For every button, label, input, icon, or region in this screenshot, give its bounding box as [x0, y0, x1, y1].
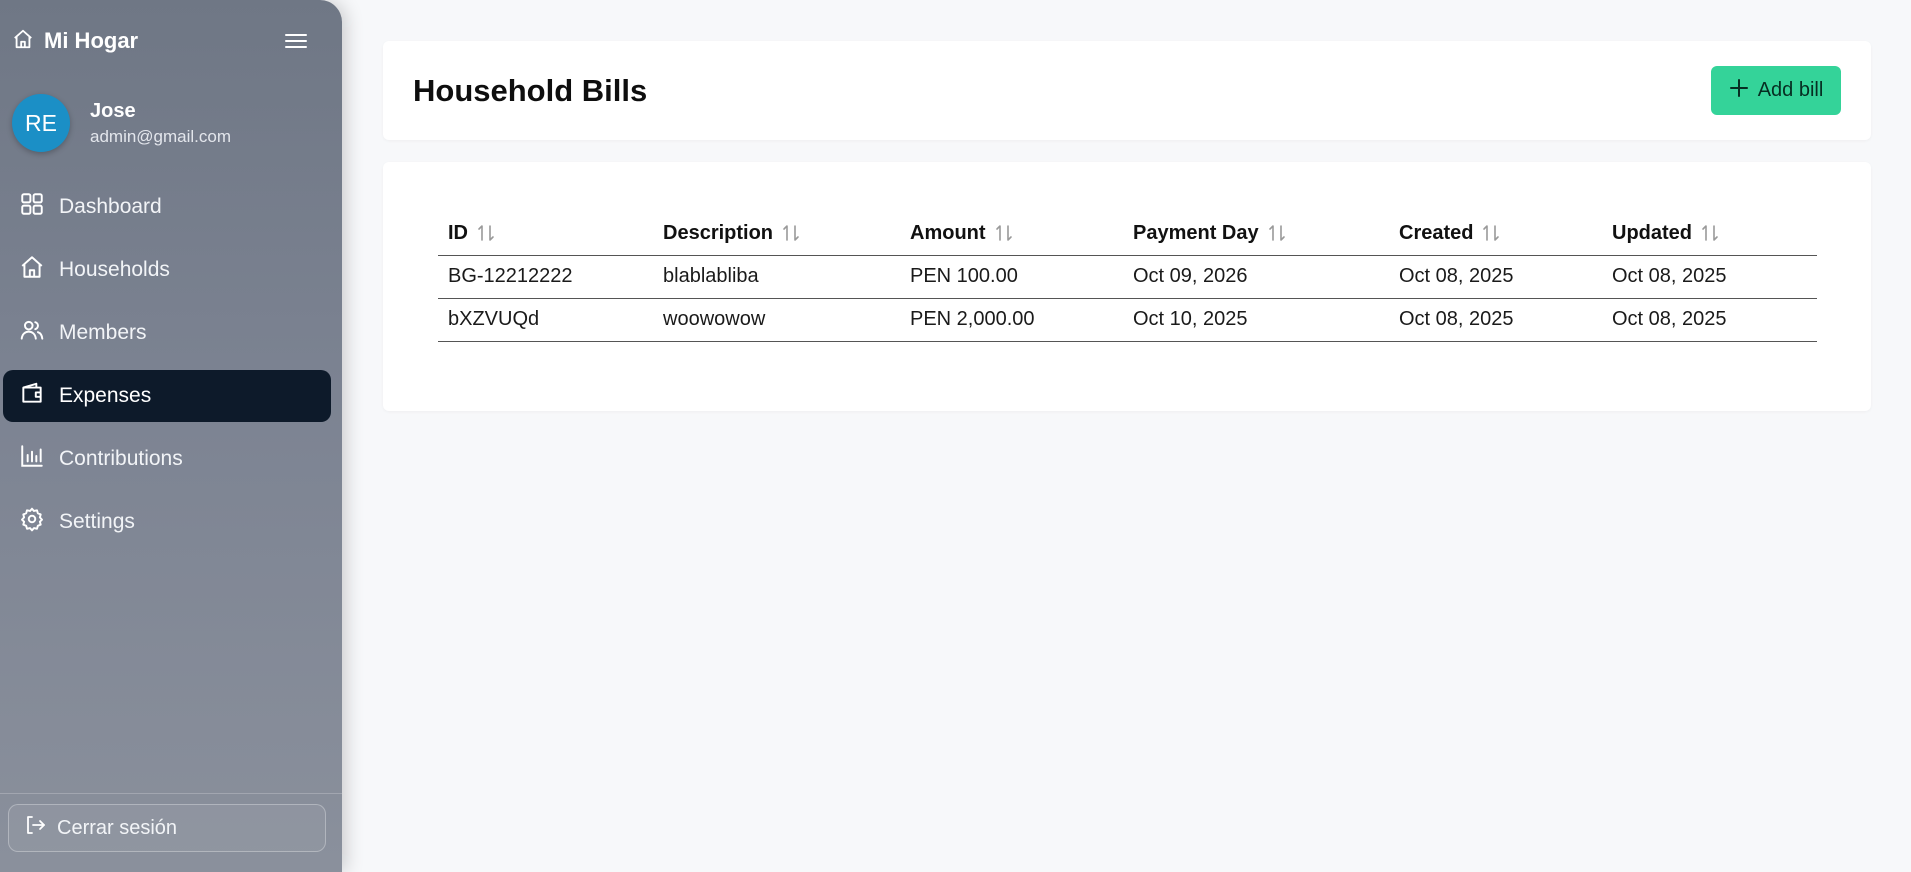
sidebar-item-label: Expenses	[59, 384, 152, 407]
sort-icon[interactable]	[1700, 223, 1720, 243]
sidebar: Mi Hogar RE Jose admin@gmail.com Dashboa…	[0, 0, 342, 872]
logout-icon	[23, 813, 47, 843]
sidebar-divider	[0, 793, 342, 794]
sort-icon[interactable]	[1481, 223, 1501, 243]
sort-icon[interactable]	[994, 223, 1014, 243]
user-name: Jose	[90, 99, 136, 122]
add-bill-label: Add bill	[1757, 79, 1824, 101]
home-icon	[12, 28, 34, 55]
table-row[interactable]: bXZVUQd woowowow PEN 2,000.00 Oct 10, 20…	[438, 298, 1817, 342]
table-header-row: ID Description Amount Payment Day Create…	[438, 212, 1817, 256]
sort-icon[interactable]	[781, 223, 801, 243]
add-bill-button[interactable]: Add bill	[1711, 66, 1841, 115]
column-header-created[interactable]: Created	[1389, 212, 1602, 256]
hamburger-menu-icon[interactable]	[282, 30, 310, 52]
sidebar-item-label: Dashboard	[59, 195, 162, 218]
sidebar-item-settings[interactable]: Settings	[3, 496, 331, 548]
sidebar-item-label: Members	[59, 321, 147, 344]
cell-description: woowowow	[653, 298, 900, 342]
logout-label: Cerrar sesión	[57, 816, 178, 839]
cell-created: Oct 08, 2025	[1389, 298, 1602, 342]
brand-title: Mi Hogar	[44, 28, 139, 53]
sidebar-item-members[interactable]: Members	[3, 307, 331, 359]
sidebar-item-label: Households	[59, 258, 170, 281]
bar-chart-icon	[19, 443, 45, 475]
cell-updated: Oct 08, 2025	[1602, 298, 1817, 342]
logout-button[interactable]: Cerrar sesión	[8, 804, 326, 852]
cell-id: bXZVUQd	[438, 298, 653, 342]
sidebar-item-label: Settings	[59, 510, 135, 533]
column-header-description[interactable]: Description	[653, 212, 900, 256]
cell-amount: PEN 2,000.00	[900, 298, 1123, 342]
table-row[interactable]: BG-12212222 blablabliba PEN 100.00 Oct 0…	[438, 255, 1817, 299]
wallet-icon	[19, 380, 45, 412]
column-header-id[interactable]: ID	[438, 212, 653, 256]
column-header-amount[interactable]: Amount	[900, 212, 1123, 256]
cell-payment-day: Oct 10, 2025	[1123, 298, 1389, 342]
cell-description: blablabliba	[653, 255, 900, 299]
sidebar-item-expenses[interactable]: Expenses	[3, 370, 331, 422]
brand[interactable]: Mi Hogar	[12, 26, 138, 56]
gear-icon	[19, 506, 45, 538]
users-icon	[19, 317, 45, 349]
sort-icon[interactable]	[1267, 223, 1287, 243]
grid-icon	[19, 191, 45, 223]
user-info: Jose admin@gmail.com	[90, 100, 231, 147]
cell-updated: Oct 08, 2025	[1602, 255, 1817, 299]
cell-payment-day: Oct 09, 2026	[1123, 255, 1389, 299]
column-header-payment-day[interactable]: Payment Day	[1123, 212, 1389, 256]
user-profile: RE Jose admin@gmail.com	[12, 94, 231, 152]
cell-amount: PEN 100.00	[900, 255, 1123, 299]
cell-id: BG-12212222	[438, 255, 653, 299]
user-email: admin@gmail.com	[90, 126, 232, 146]
sidebar-item-dashboard[interactable]: Dashboard	[3, 181, 331, 233]
home-icon	[19, 254, 45, 286]
column-header-updated[interactable]: Updated	[1602, 212, 1817, 256]
page-header: Household Bills Add bill	[383, 41, 1871, 140]
sort-icon[interactable]	[476, 223, 496, 243]
sidebar-item-households[interactable]: Households	[3, 244, 331, 296]
plus-icon	[1729, 78, 1749, 104]
bills-table-card: ID Description Amount Payment Day Create…	[383, 162, 1871, 411]
sidebar-item-label: Contributions	[59, 447, 183, 470]
bills-table: ID Description Amount Payment Day Create…	[438, 212, 1817, 342]
sidebar-item-contributions[interactable]: Contributions	[3, 433, 331, 485]
sidebar-nav: Dashboard Households Members Expenses Co…	[3, 181, 331, 559]
avatar[interactable]: RE	[12, 94, 70, 152]
cell-created: Oct 08, 2025	[1389, 255, 1602, 299]
page-title: Household Bills	[413, 73, 648, 108]
